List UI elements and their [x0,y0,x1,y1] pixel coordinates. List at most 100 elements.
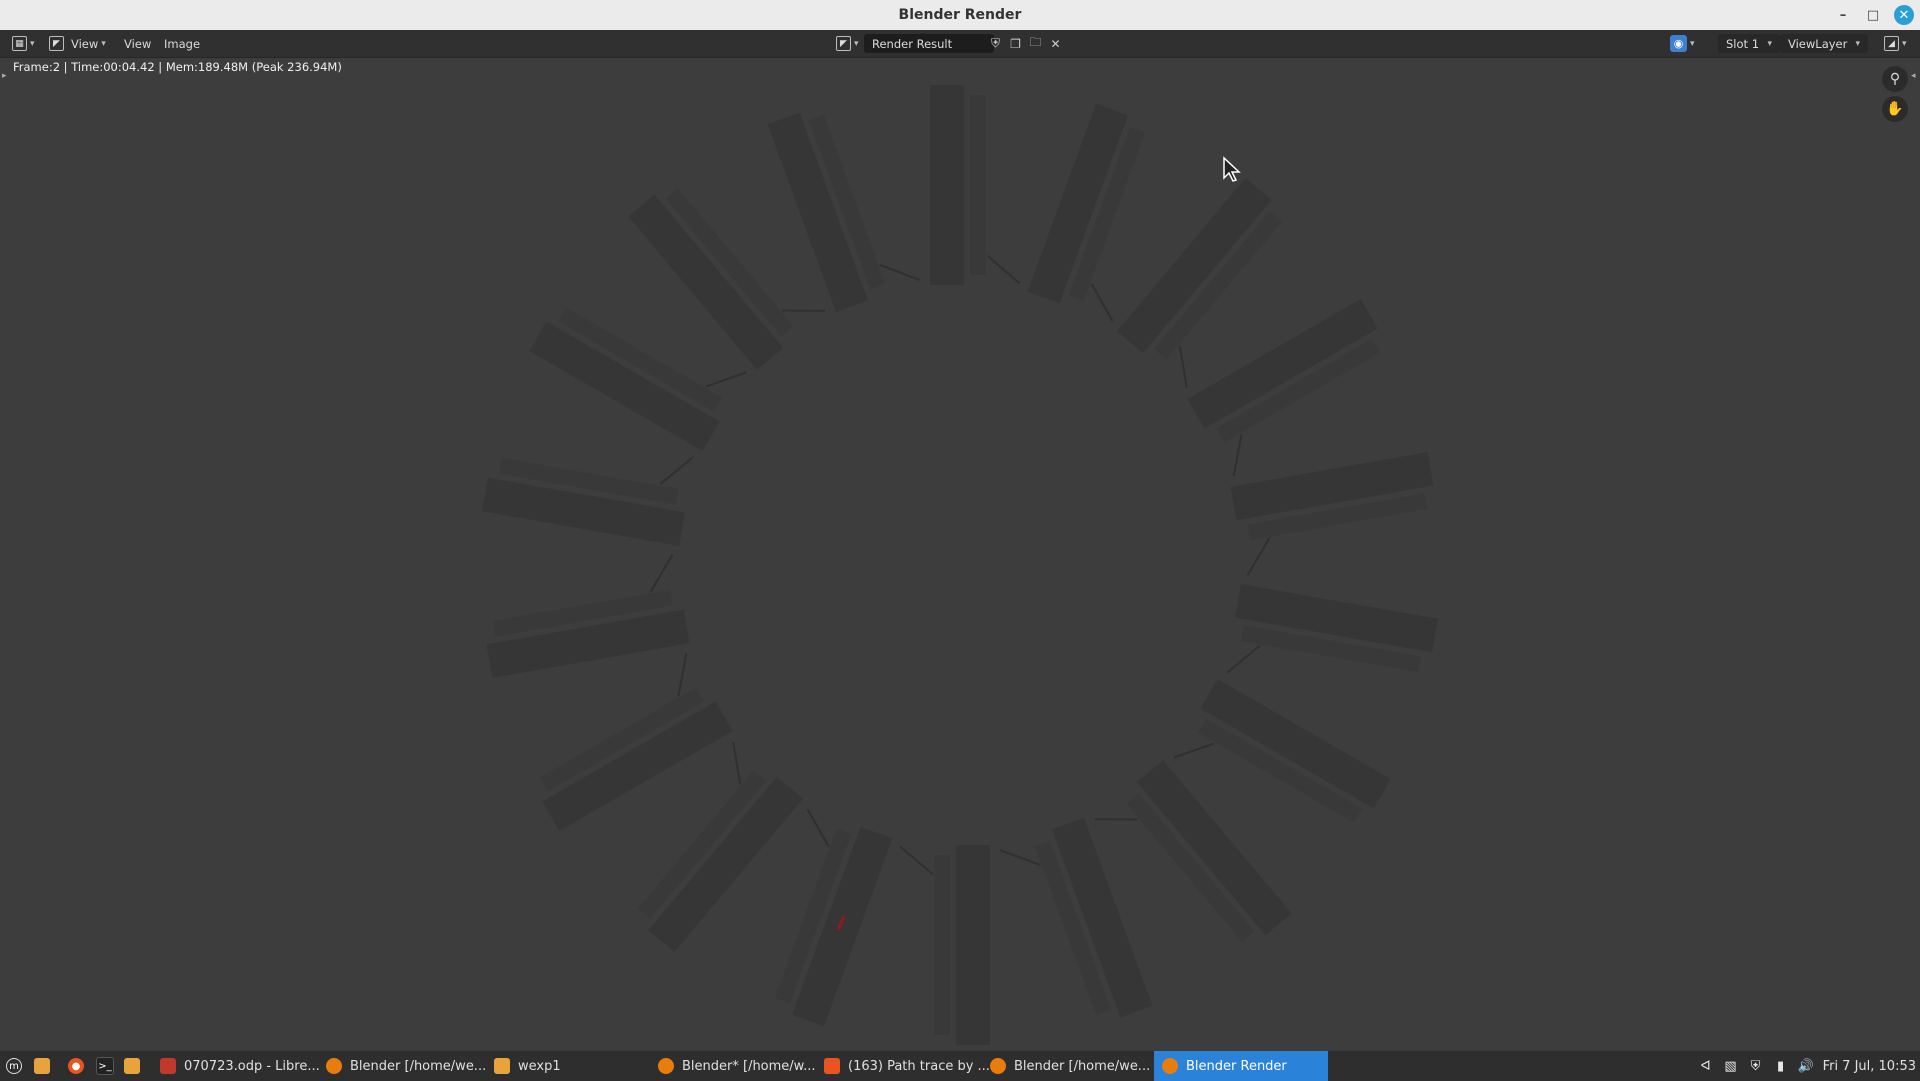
image-name-text: Render Result [872,36,953,51]
render-blade [934,845,1041,1045]
overlay-icon: ◉ [1670,35,1687,52]
launcher-browser[interactable]: ● [68,1051,84,1081]
launcher-files[interactable] [34,1051,50,1081]
browser-icon: ● [68,1058,84,1074]
terminal-icon: >_ [96,1057,114,1075]
folder-icon [34,1058,50,1074]
blender-icon [990,1058,1006,1074]
chevron-down-icon: ▾ [30,38,35,49]
taskbar-item[interactable]: wexp1 [494,1051,561,1081]
clock[interactable]: Fri 7 Jul, 10:53 [1823,1059,1916,1074]
taskbar-item-label: Blender [/home/we... [350,1058,487,1074]
render-blade [482,457,685,593]
left-panel-arrow-icon[interactable]: ▸ [2,71,7,81]
render-viewport[interactable] [0,58,1920,1050]
taskbar-item-label: (163) Path trace by ... [848,1058,990,1074]
render-blade [986,103,1146,304]
taskbar-item[interactable]: Blender [/home/we... [326,1051,486,1081]
taskbar-item[interactable]: Blender [/home/we... [990,1051,1150,1081]
taskbar: m ● >_ 070723.odp - Libre... Blender [/h… [0,1050,1920,1081]
browser-icon [824,1058,840,1074]
taskbar-item-label: wexp1 [518,1058,561,1074]
render-blade [879,85,986,285]
window-title: Blender Render [898,7,1022,23]
image-editor-header: ▦ ▾ ◤ View ▾ View Image ◤ ▾ Render Resul… [0,30,1920,58]
display-channels-dropdown[interactable]: ◢ ▾ [1884,34,1907,53]
taskbar-item[interactable]: (163) Path trace by ... [824,1051,990,1081]
mouse-cursor-icon [1223,156,1241,182]
gizmo-overlay-toggle[interactable]: ◉ ▾ [1670,34,1695,53]
render-blade [1034,817,1153,1018]
fake-user-shield-icon[interactable]: ⛨ [988,36,1003,51]
slot-label: Slot 1 [1726,36,1760,51]
right-panel-arrow-icon[interactable]: ◂ [1911,71,1916,81]
taskbar-item-label: Blender [/home/we... [1014,1058,1151,1074]
volume-icon[interactable]: 🔊 [1797,1058,1813,1074]
view-mode-dropdown[interactable]: ◤ View ▾ [49,34,106,53]
slot-dropdown[interactable]: Slot 1 ▾ [1718,34,1780,53]
pan-hand-icon[interactable]: ✋ [1882,96,1908,122]
folder-icon [124,1058,140,1074]
render-blade [637,770,830,952]
launcher-terminal[interactable]: >_ [96,1051,114,1081]
menu-image[interactable]: Image [164,34,200,53]
shield-icon[interactable]: ⛨ [1748,1058,1764,1074]
browse-image-button[interactable]: ◤ ▾ [836,34,859,53]
chevron-down-icon: ▾ [1690,38,1695,49]
chevron-down-icon: ▾ [1855,38,1860,49]
render-blade [1090,178,1283,360]
taskbar-item[interactable]: 070723.odp - Libre... [160,1051,320,1081]
view-mode-label: View [71,36,99,51]
unlink-x-icon[interactable]: ✕ [1048,36,1063,51]
chevron-down-icon: ▾ [854,38,859,49]
image-view-icon: ◤ [49,36,64,51]
libreoffice-impress-icon [160,1058,176,1074]
render-blade [774,826,934,1027]
minimize-button[interactable]: – [1830,4,1856,26]
system-tray: ᐊ ▧ ⛨ ▮ 🔊 Fri 7 Jul, 10:53 [1698,1051,1916,1081]
image-editor-icon: ▦ [12,36,27,51]
menu-view[interactable]: View [124,34,151,53]
battery-icon[interactable]: ▮ [1773,1058,1789,1074]
zoom-icon[interactable]: ⚲ [1882,66,1908,92]
window-controls: – □ ✕ [1830,0,1914,30]
blender-icon [1162,1058,1178,1074]
clipboard-icon[interactable]: ▧ [1723,1058,1739,1074]
chevron-down-icon: ▾ [1902,38,1907,49]
launcher-folder[interactable] [124,1051,140,1081]
taskbar-item-label: Blender Render [1186,1058,1287,1074]
maximize-button[interactable]: □ [1860,4,1886,26]
taskbar-item-label: Blender* [/home/w... [682,1058,816,1074]
taskbar-item-label: 070723.odp - Libre... [184,1058,320,1074]
bluetooth-icon[interactable]: ᐊ [1698,1058,1714,1074]
blender-icon [326,1058,342,1074]
image-name-field[interactable]: Render Result [864,34,994,53]
view-layer-dropdown[interactable]: ViewLayer ▾ [1780,34,1868,53]
image-browse-icon: ◤ [836,36,851,51]
render-blade [767,112,886,313]
taskbar-item[interactable]: Blender* [/home/w... [658,1051,816,1081]
image-name-box[interactable]: Render Result [864,34,994,53]
view-layer-label: ViewLayer [1788,36,1848,51]
chevron-down-icon: ▾ [1767,38,1772,49]
taskbar-item-active[interactable]: Blender Render [1154,1051,1328,1081]
image-actions: ⛨ ❐ 🗀 ✕ [988,34,1063,53]
slot-field[interactable]: Slot 1 ▾ [1718,34,1780,53]
window-titlebar: Blender Render – □ ✕ [0,0,1920,30]
menu-view-label: View [124,36,152,51]
editor-type-selector[interactable]: ▦ ▾ [12,34,35,53]
render-image [482,85,1438,1045]
chevron-down-icon: ▾ [101,38,106,49]
close-button[interactable]: ✕ [1894,5,1914,25]
view-layer-field[interactable]: ViewLayer ▾ [1780,34,1868,53]
blender-icon [658,1058,674,1074]
app-menu-button[interactable]: m [6,1051,22,1081]
menu-image-label: Image [164,36,201,51]
menu-icon: m [6,1058,22,1074]
render-blade [1235,537,1438,673]
folder-icon [494,1058,510,1074]
render-info-text: Frame:2 | Time:00:04.42 | Mem:189.48M (P… [13,60,342,74]
duplicate-image-icon[interactable]: ❐ [1008,36,1023,51]
open-folder-icon[interactable]: 🗀 [1028,35,1043,51]
display-channels-icon: ◢ [1884,36,1899,51]
